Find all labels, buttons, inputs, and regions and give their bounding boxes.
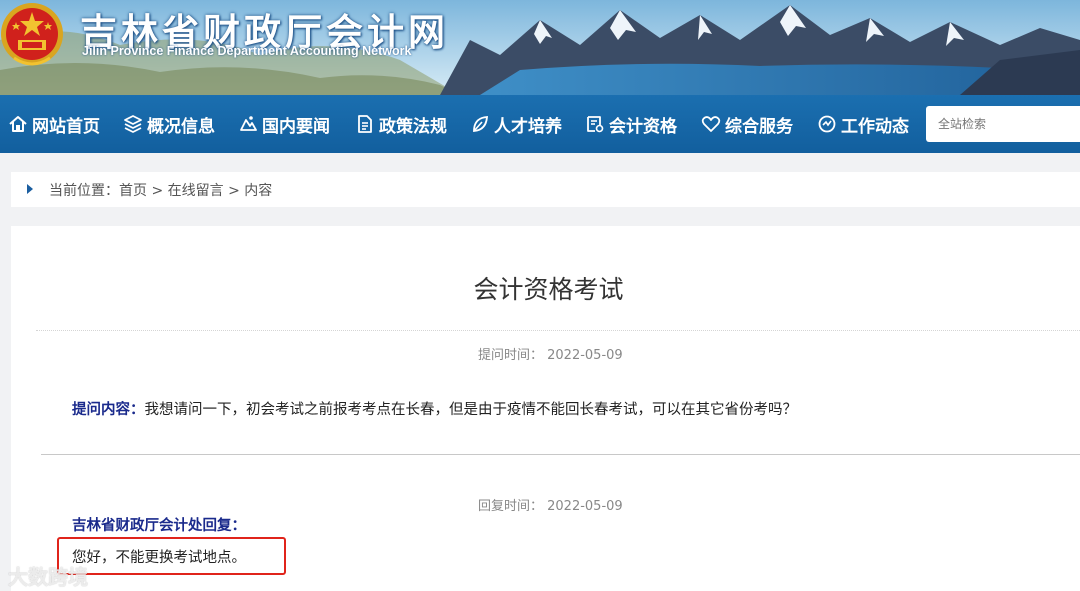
reply-text: 您好，不能更换考试地点。 — [72, 550, 246, 566]
nav-label-policy: 政策法规 — [379, 116, 447, 137]
caret-right-icon — [27, 184, 33, 194]
section-divider — [41, 454, 1080, 455]
nav-label-domestic-news: 国内要闻 — [262, 116, 330, 137]
document-icon — [358, 115, 372, 133]
nav-label-home: 网站首页 — [32, 116, 100, 137]
site-search-input[interactable] — [926, 106, 1080, 142]
activity-icon — [818, 115, 836, 133]
watermark: 大数跨境 — [8, 565, 88, 589]
breadcrumb-separator: > — [147, 183, 168, 199]
nav-label-overview: 概况信息 — [147, 116, 215, 137]
home-icon — [9, 116, 27, 132]
site-subtitle: Jilin Province Finance Department Accoun… — [82, 44, 412, 58]
question-content: 提问内容：我想请问一下，初会考试之前报考考点在长春，但是由于疫情不能回长春考试，… — [72, 398, 797, 419]
breadcrumb-text: 当前位置：首页 > 在线留言 > 内容 — [49, 180, 272, 200]
nav-item-services[interactable]: 综合服务 — [701, 95, 793, 153]
breadcrumb-section-link[interactable]: 在线留言 — [168, 183, 224, 199]
nav-label-talent: 人才培养 — [494, 116, 562, 137]
question-time: 提问时间： 2022-05-09 — [478, 348, 623, 363]
breadcrumb-current: 内容 — [244, 183, 273, 199]
nav-item-policy[interactable]: 政策法规 — [355, 95, 447, 153]
breadcrumb-separator: > — [223, 183, 245, 199]
heart-icon — [701, 116, 721, 132]
question-text: 我想请问一下，初会考试之前报考考点在长春，但是由于疫情不能回长春考试，可以在其它… — [144, 402, 798, 418]
news-icon — [240, 116, 257, 131]
breadcrumb-home-link[interactable]: 首页 — [119, 183, 147, 199]
question-label: 提问内容： — [72, 402, 145, 418]
national-emblem-icon — [1, 3, 63, 66]
nav-label-qualification: 会计资格 — [609, 116, 677, 137]
nav-label-work-news: 工作动态 — [841, 116, 909, 137]
nav-item-domestic-news[interactable]: 国内要闻 — [238, 95, 330, 153]
certificate-icon — [587, 116, 604, 133]
leaf-icon — [473, 116, 488, 132]
nav-item-qualification[interactable]: 会计资格 — [585, 95, 677, 153]
breadcrumb: 当前位置：首页 > 在线留言 > 内容 — [11, 172, 1080, 207]
nav-label-services: 综合服务 — [725, 116, 793, 137]
site-banner: 吉林省财政厅会计网 Jilin Province Finance Departm… — [0, 0, 1080, 95]
page-title: 会计资格考试 — [473, 275, 624, 304]
reply-label: 吉林省财政厅会计处回复： — [72, 518, 246, 534]
title-divider — [36, 330, 1080, 331]
nav-item-talent[interactable]: 人才培养 — [470, 95, 562, 153]
nav-item-overview[interactable]: 概况信息 — [123, 95, 215, 153]
layers-icon — [124, 115, 142, 133]
nav-item-work-news[interactable]: 工作动态 — [817, 95, 909, 153]
nav-item-home[interactable]: 网站首页 — [8, 95, 100, 153]
breadcrumb-prefix: 当前位置： — [49, 183, 119, 199]
reply-time: 回复时间： 2022-05-09 — [478, 499, 623, 514]
